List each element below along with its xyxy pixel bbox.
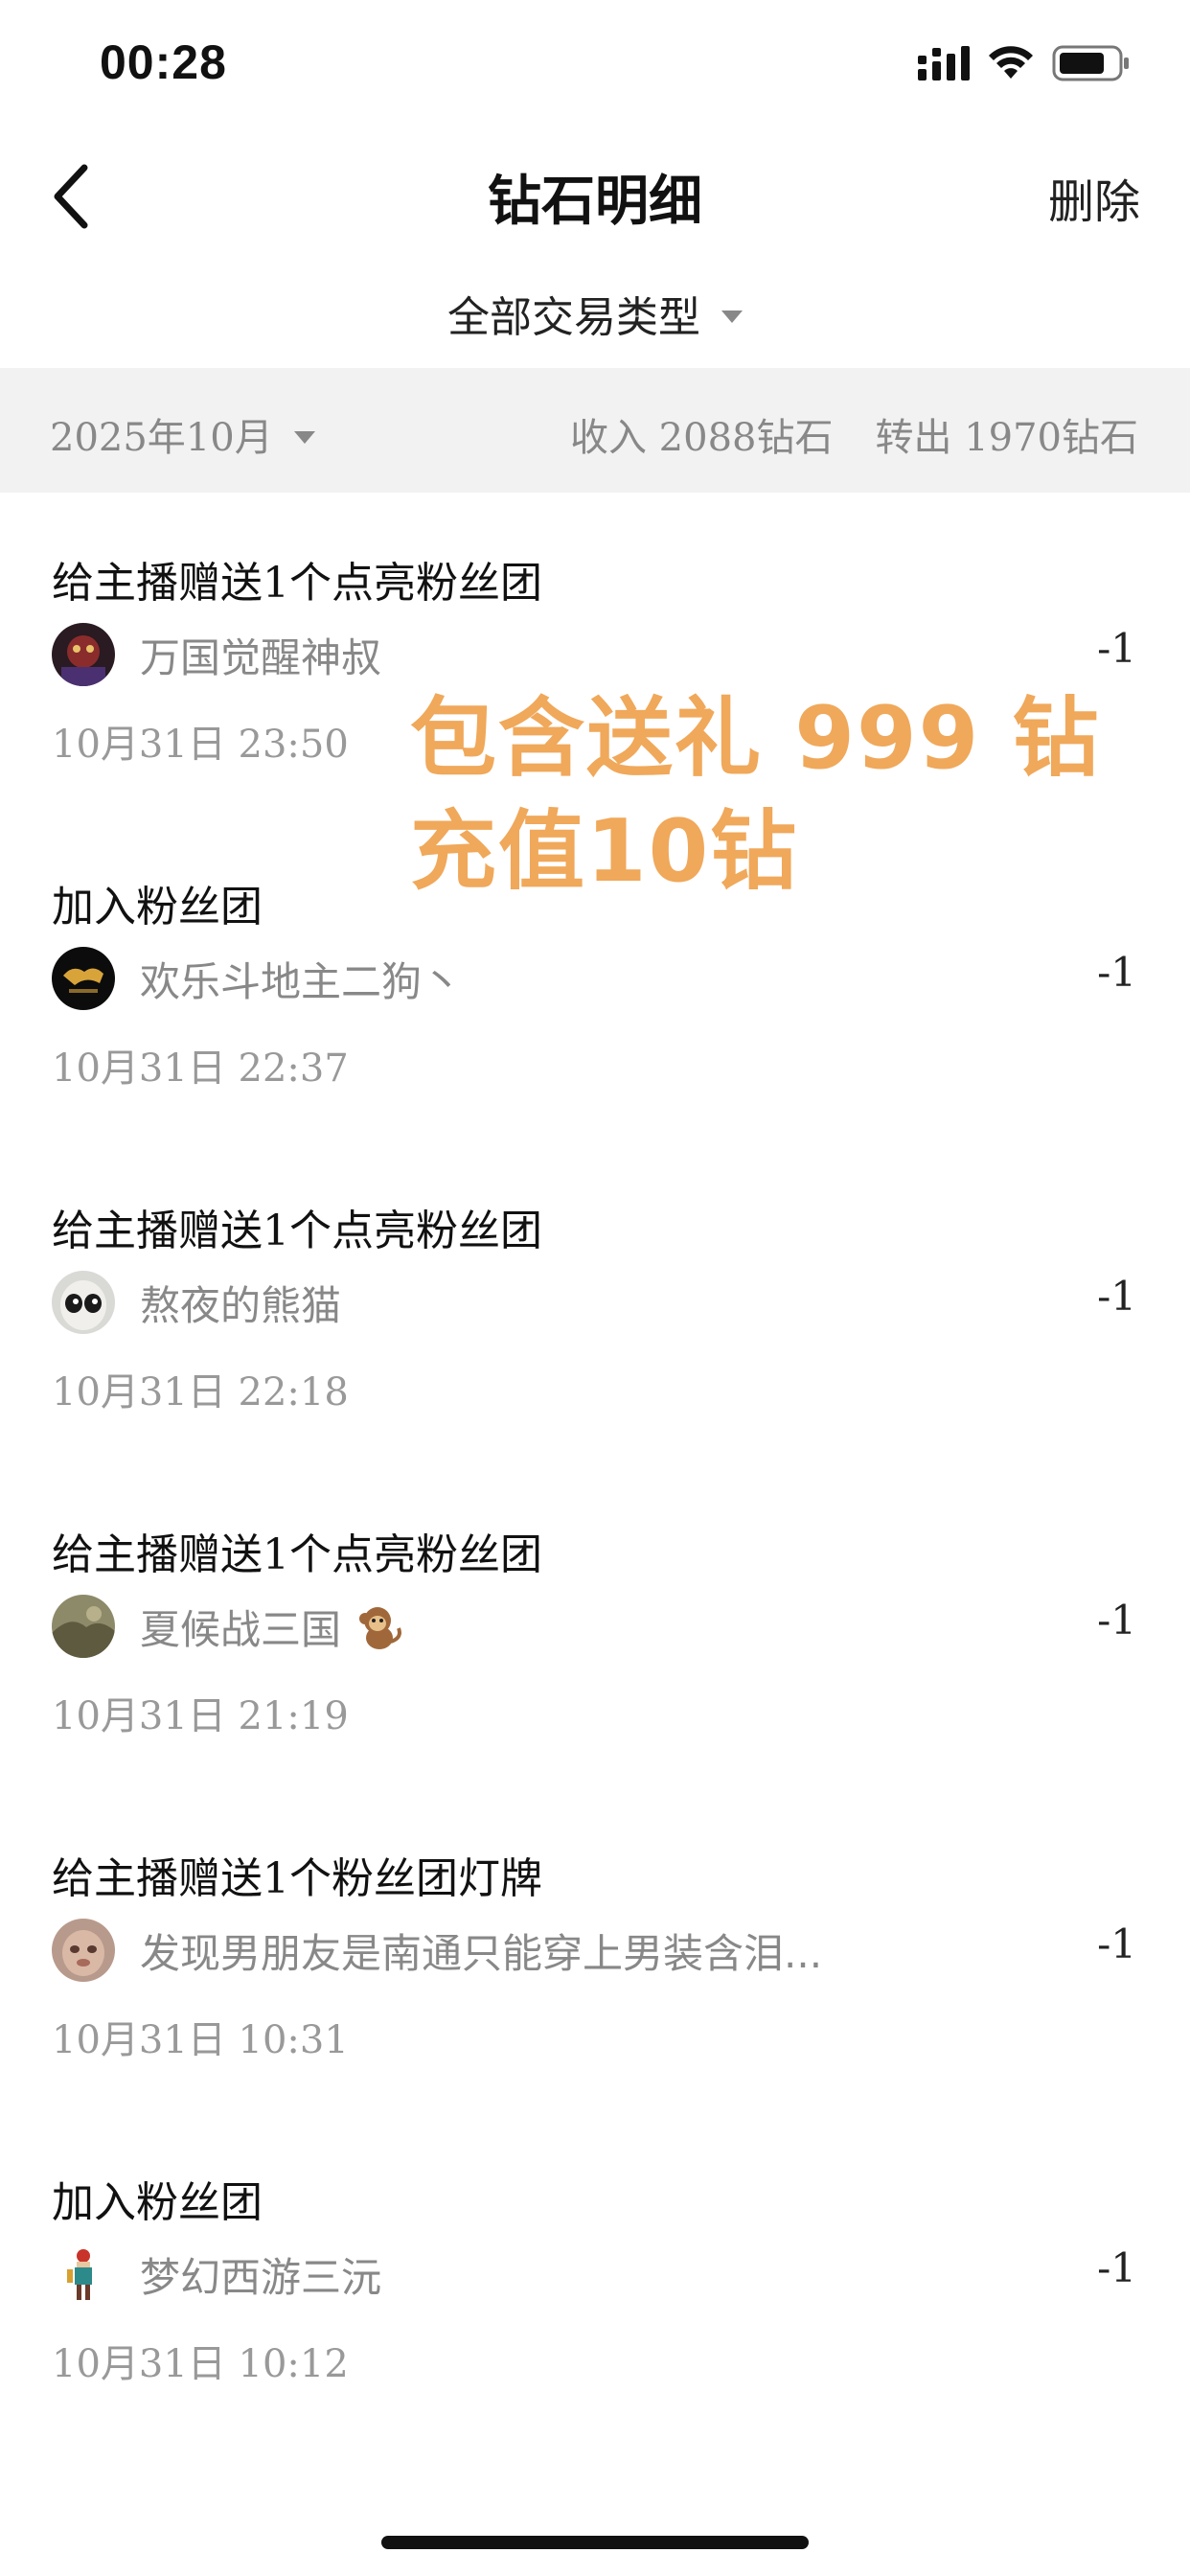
transaction-user: 梦幻西游三沅 bbox=[52, 2242, 381, 2306]
battery-icon bbox=[1052, 45, 1129, 81]
transaction-user: 夏候战三国 bbox=[52, 1595, 406, 1658]
transaction-item[interactable]: 给主播赠送1个点亮粉丝团 夏候战三国 -1 10月31日 21:19 bbox=[0, 1464, 1190, 1788]
overlay-line-gift: 包含送礼 999 钻 bbox=[410, 688, 1101, 789]
transaction-user: 万国觉醒神叔 bbox=[52, 623, 381, 686]
username: 发现男朋友是南通只能穿上男装含泪... bbox=[140, 1929, 823, 1977]
overlay-annotation: 包含送礼 999 钻 充值10钻 bbox=[410, 682, 1100, 908]
avatar bbox=[52, 947, 115, 1010]
avatar bbox=[52, 623, 115, 686]
delete-button[interactable]: 删除 bbox=[1048, 164, 1140, 231]
cellular-signal-icon bbox=[918, 46, 970, 80]
transaction-user: 熬夜的熊猫 bbox=[52, 1271, 341, 1334]
transaction-amount: -1 bbox=[1097, 1597, 1136, 1644]
avatar bbox=[52, 1919, 115, 1982]
transaction-item[interactable]: 给主播赠送1个点亮粉丝团 熬夜的熊猫 -1 10月31日 22:18 bbox=[0, 1140, 1190, 1464]
overlay-line-recharge: 充值10钻 bbox=[410, 801, 799, 902]
transaction-time: 10月31日 21:19 bbox=[52, 1694, 349, 1738]
transaction-title: 加入粉丝团 bbox=[52, 2178, 263, 2227]
username: 万国觉醒神叔 bbox=[140, 633, 382, 681]
summary-bar: 2025年10月 收入 2088钻石 转出 1970钻石 bbox=[0, 368, 1190, 493]
transaction-time: 10月31日 23:50 bbox=[52, 723, 349, 767]
transaction-title: 给主播赠送1个点亮粉丝团 bbox=[52, 559, 542, 608]
summary-totals: 收入 2088钻石 转出 1970钻石 bbox=[570, 406, 1138, 462]
transaction-title: 给主播赠送1个点亮粉丝团 bbox=[52, 1207, 542, 1255]
transaction-amount: -1 bbox=[1097, 1920, 1136, 1967]
transaction-item[interactable]: 加入粉丝团 梦幻西游三沅 -1 10月31日 10:12 bbox=[0, 2112, 1190, 2436]
home-indicator bbox=[381, 2536, 809, 2549]
transaction-time: 10月31日 10:31 bbox=[52, 2018, 349, 2062]
username: 梦幻西游三沅 bbox=[140, 2253, 382, 2301]
transaction-time: 10月31日 22:18 bbox=[52, 1370, 349, 1414]
dropdown-caret-icon bbox=[721, 310, 743, 323]
avatar bbox=[52, 1595, 115, 1658]
transfer-out-total: 转出 1970钻石 bbox=[875, 416, 1138, 460]
income-total: 收入 2088钻石 bbox=[569, 416, 834, 460]
transaction-title: 给主播赠送1个点亮粉丝团 bbox=[52, 1530, 542, 1579]
username: 夏候战三国 bbox=[140, 1605, 342, 1653]
transaction-title: 给主播赠送1个粉丝团灯牌 bbox=[52, 1854, 542, 1903]
month-dropdown-caret-icon bbox=[293, 430, 315, 444]
month-label: 2025年10月 bbox=[50, 416, 273, 460]
transaction-amount: -1 bbox=[1097, 625, 1136, 672]
transaction-item[interactable]: 给主播赠送1个粉丝团灯牌 发现男朋友是南通只能穿上男装含泪... -1 10月3… bbox=[0, 1788, 1190, 2112]
transaction-user: 欢乐斗地主二狗丶 bbox=[52, 947, 462, 1010]
monkey-emoji-icon bbox=[359, 1607, 402, 1649]
transaction-amount: -1 bbox=[1097, 1273, 1136, 1320]
transaction-time: 10月31日 22:37 bbox=[52, 1046, 349, 1091]
transaction-amount: -1 bbox=[1097, 949, 1136, 996]
status-time: 00:28 bbox=[100, 35, 227, 89]
nav-bar: 钻石明细 删除 bbox=[0, 129, 1190, 264]
transaction-time: 10月31日 10:12 bbox=[52, 2342, 349, 2386]
transaction-type-label: 全部交易类型 bbox=[447, 293, 700, 342]
status-bar: 00:28 bbox=[0, 0, 1190, 129]
transaction-title: 加入粉丝团 bbox=[52, 883, 263, 932]
month-selector[interactable]: 2025年10月 bbox=[50, 406, 315, 462]
transaction-type-filter[interactable]: 全部交易类型 bbox=[0, 278, 1190, 349]
username: 欢乐斗地主二狗丶 bbox=[140, 957, 463, 1005]
transaction-amount: -1 bbox=[1097, 2244, 1136, 2291]
avatar bbox=[52, 2242, 115, 2306]
transaction-user: 发现男朋友是南通只能穿上男装含泪... bbox=[52, 1919, 822, 1982]
avatar bbox=[52, 1271, 115, 1334]
username: 熬夜的熊猫 bbox=[140, 1281, 342, 1329]
wifi-icon bbox=[989, 46, 1033, 79]
screen: 00:28 钻石明细 删除 全部交易类型 2025年10月 收入 2088钻石 … bbox=[0, 0, 1190, 2576]
page-title: 钻石明细 bbox=[488, 171, 702, 233]
